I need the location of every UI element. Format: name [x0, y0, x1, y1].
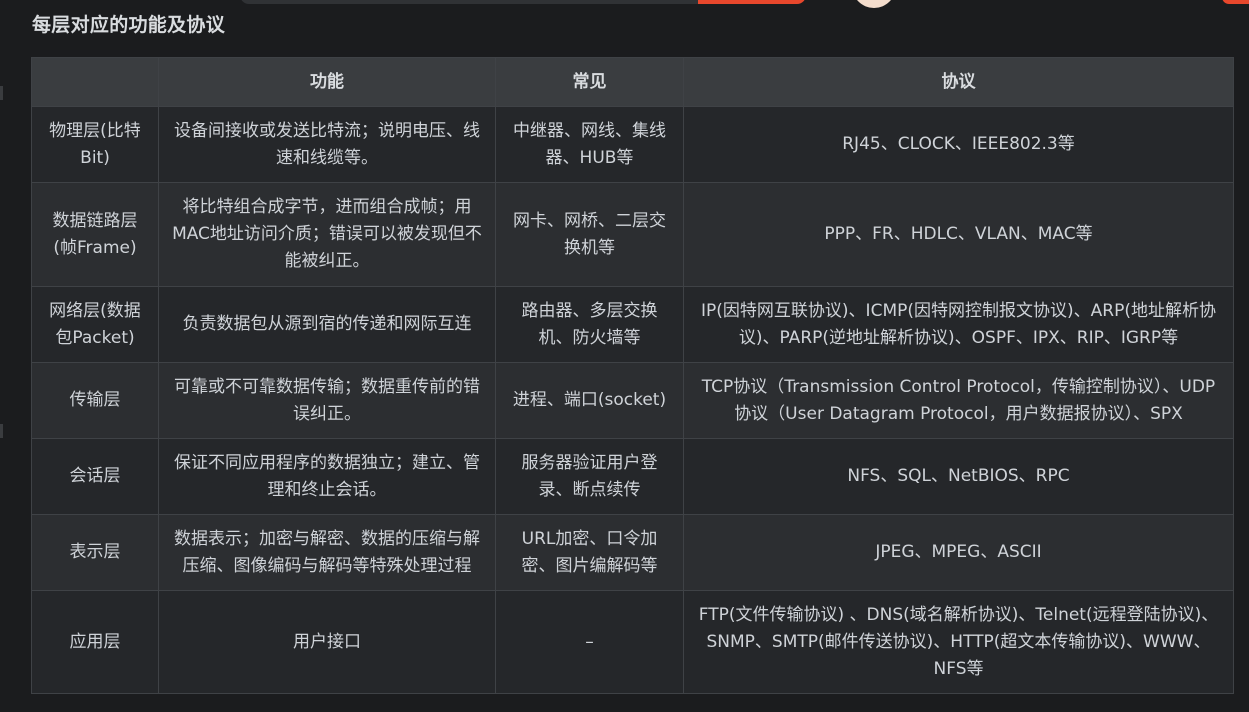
cell-common: URL加密、口令加密、图片编解码等 — [495, 514, 684, 591]
cell-protocol: RJ45、CLOCK、IEEE802.3等 — [683, 106, 1234, 183]
cell-function: 将比特组合成字节，进而组合成帧；用MAC地址访问介质；错误可以被发现但不能被纠正… — [158, 182, 496, 287]
cell-protocol: IP(因特网互联协议)、ICMP(因特网控制报文协议)、ARP(地址解析协议)、… — [683, 286, 1234, 363]
cell-common: 路由器、多层交换机、防火墙等 — [495, 286, 684, 363]
cell-layer: 网络层(数据包Packet) — [31, 286, 159, 363]
cell-layer: 传输层 — [31, 362, 159, 439]
cell-protocol: TCP协议（Transmission Control Protocol，传输控制… — [683, 362, 1234, 439]
cell-common: 中继器、网线、集线器、HUB等 — [495, 106, 684, 183]
avatar[interactable] — [852, 0, 896, 8]
header-function: 功能 — [158, 57, 496, 107]
table-row: 物理层(比特Bit) 设备间接收或发送比特流；说明电压、线速和线缆等。 中继器、… — [31, 106, 1234, 183]
cell-protocol: NFS、SQL、NetBIOS、RPC — [683, 438, 1234, 515]
top-right-button[interactable] — [1222, 0, 1249, 4]
table-row: 应用层 用户接口 – FTP(文件传输协议) 、DNS(域名解析协议)、Teln… — [31, 590, 1234, 694]
section-title: 每层对应的功能及协议 — [32, 14, 226, 36]
cell-layer: 物理层(比特Bit) — [31, 106, 159, 183]
table-row: 数据链路层(帧Frame) 将比特组合成字节，进而组合成帧；用MAC地址访问介质… — [31, 182, 1234, 287]
cell-layer: 会话层 — [31, 438, 159, 515]
osi-layer-table: 功能 常见 协议 物理层(比特Bit) 设备间接收或发送比特流；说明电压、线速和… — [31, 57, 1234, 694]
scroll-edge-mark — [0, 86, 3, 100]
cell-function: 设备间接收或发送比特流；说明电压、线速和线缆等。 — [158, 106, 496, 183]
table-row: 传输层 可靠或不可靠数据传输；数据重传前的错误纠正。 进程、端口(socket)… — [31, 362, 1234, 439]
cell-function: 保证不同应用程序的数据独立；建立、管理和终止会话。 — [158, 438, 496, 515]
table-row: 网络层(数据包Packet) 负责数据包从源到宿的传递和网际互连 路由器、多层交… — [31, 286, 1234, 363]
cell-layer: 应用层 — [31, 590, 159, 694]
search-button[interactable] — [698, 0, 806, 4]
cell-common: – — [495, 590, 684, 694]
search-input[interactable] — [240, 0, 710, 4]
cell-layer: 表示层 — [31, 514, 159, 591]
cell-function: 数据表示；加密与解密、数据的压缩与解压缩、图像编码与解码等特殊处理过程 — [158, 514, 496, 591]
page: 每层对应的功能及协议 功能 常见 协议 物理层(比特Bit) 设备间接收或发送比… — [0, 0, 1249, 712]
cell-function: 用户接口 — [158, 590, 496, 694]
table-row: 会话层 保证不同应用程序的数据独立；建立、管理和终止会话。 服务器验证用户登录、… — [31, 438, 1234, 515]
cell-common: 网卡、网桥、二层交换机等 — [495, 182, 684, 287]
header-layer — [31, 57, 159, 107]
cell-common: 服务器验证用户登录、断点续传 — [495, 438, 684, 515]
cell-layer: 数据链路层(帧Frame) — [31, 182, 159, 287]
top-navigation-bar — [0, 0, 1249, 8]
table-row: 表示层 数据表示；加密与解密、数据的压缩与解压缩、图像编码与解码等特殊处理过程 … — [31, 514, 1234, 591]
cell-function: 负责数据包从源到宿的传递和网际互连 — [158, 286, 496, 363]
cell-function: 可靠或不可靠数据传输；数据重传前的错误纠正。 — [158, 362, 496, 439]
header-common: 常见 — [495, 57, 684, 107]
cell-protocol: PPP、FR、HDLC、VLAN、MAC等 — [683, 182, 1234, 287]
header-protocol: 协议 — [683, 57, 1234, 107]
cell-common: 进程、端口(socket) — [495, 362, 684, 439]
cell-protocol: FTP(文件传输协议) 、DNS(域名解析协议)、Telnet(远程登陆协议)、… — [683, 590, 1234, 694]
scroll-edge-mark — [0, 424, 3, 438]
table-header-row: 功能 常见 协议 — [31, 57, 1234, 107]
cell-protocol: JPEG、MPEG、ASCII — [683, 514, 1234, 591]
